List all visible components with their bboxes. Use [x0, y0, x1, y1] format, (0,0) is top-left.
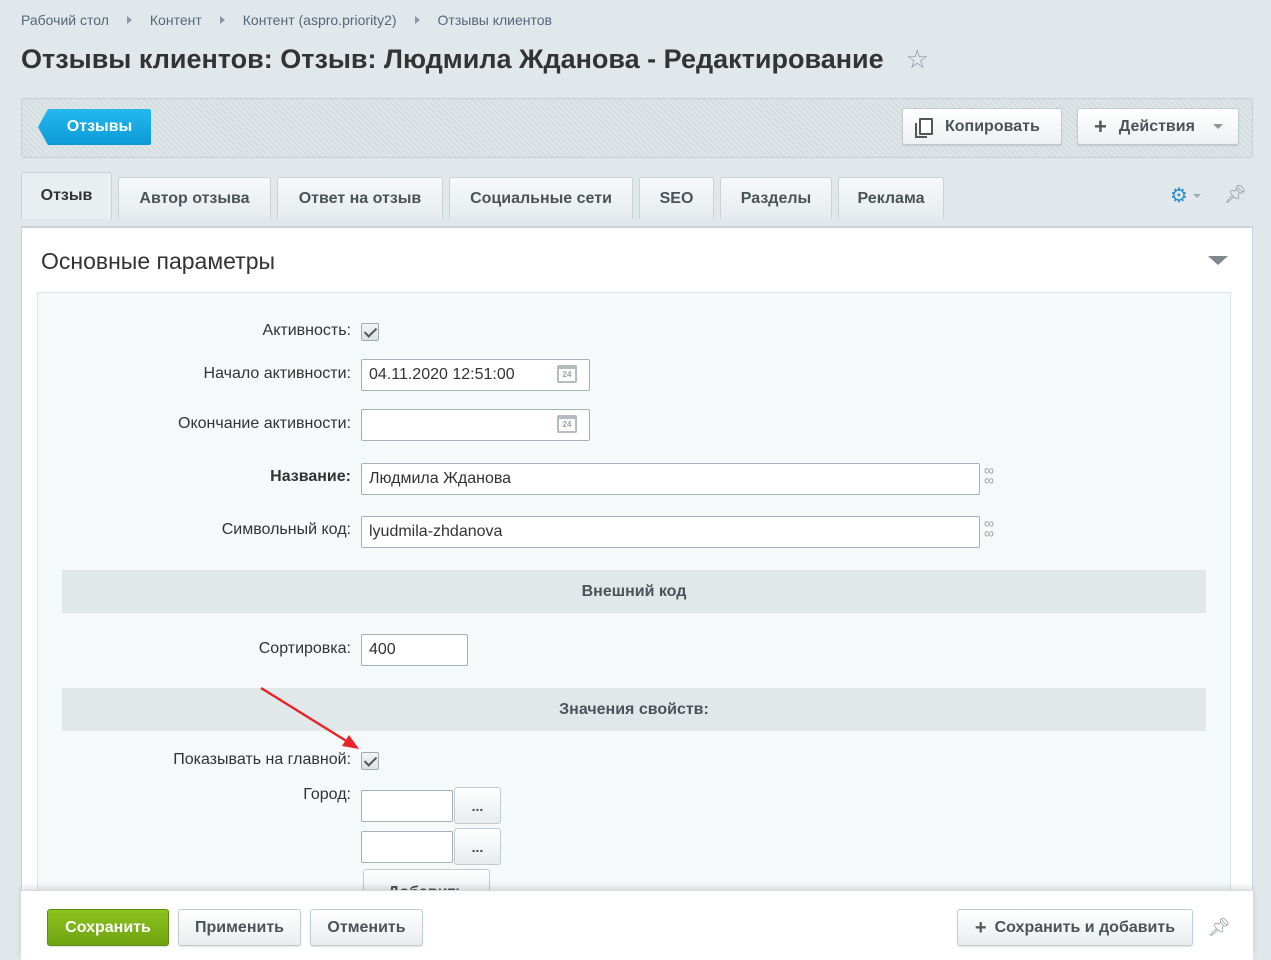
- calendar-icon[interactable]: 24: [557, 365, 577, 383]
- cancel-button[interactable]: Отменить: [310, 909, 423, 946]
- chevron-down-icon: [1192, 194, 1201, 198]
- show-on-main-label: Показывать на главной:: [173, 751, 351, 768]
- plus-icon: +: [974, 916, 987, 939]
- chevron-right-icon: [414, 16, 420, 24]
- page-title: Отзывы клиентов: Отзыв: Людмила Жданова …: [21, 44, 884, 74]
- copy-icon: [915, 118, 933, 138]
- tab-review-author[interactable]: Автор отзыва: [118, 177, 271, 219]
- apply-button[interactable]: Применить: [178, 909, 301, 946]
- city-label: Город:: [303, 786, 351, 803]
- external-code-header: Внешний код: [62, 570, 1206, 613]
- start-date-input[interactable]: 04.11.2020 12:51:00: [361, 359, 590, 391]
- actions-button[interactable]: + Действия: [1077, 108, 1239, 145]
- pin-icon[interactable]: 📌︎: [1208, 917, 1231, 938]
- tab-review-reply[interactable]: Ответ на отзыв: [277, 177, 443, 219]
- link-chain-icon[interactable]: ∞ ∞: [983, 463, 995, 487]
- toolbar: Отзывы Копировать + Действия: [21, 98, 1253, 158]
- city-input-1[interactable]: [361, 790, 453, 822]
- breadcrumb-item-content-priority[interactable]: Контент (aspro.priority2): [243, 12, 397, 28]
- sort-label: Сортировка:: [258, 640, 351, 657]
- active-label: Активность:: [262, 322, 351, 339]
- tab-advertising[interactable]: Реклама: [838, 177, 944, 219]
- collapse-toggle-icon[interactable]: [1208, 256, 1228, 265]
- code-input[interactable]: lyudmila-zhdanova: [361, 516, 980, 548]
- breadcrumb-item-reviews[interactable]: Отзывы клиентов: [438, 12, 552, 28]
- tab-social-networks[interactable]: Социальные сети: [449, 177, 633, 219]
- show-on-main-checkbox[interactable]: [361, 752, 379, 770]
- sort-input[interactable]: 400: [361, 634, 468, 666]
- end-date-input[interactable]: [361, 409, 590, 441]
- copy-button-label: Копировать: [945, 117, 1040, 135]
- properties-header: Значения свойств:: [62, 688, 1206, 731]
- star-icon[interactable]: ☆: [906, 44, 929, 75]
- tab-settings-button[interactable]: ⚙: [1170, 186, 1201, 206]
- city-input-2[interactable]: [361, 831, 453, 863]
- code-label: Символьный код:: [221, 521, 351, 538]
- tab-seo[interactable]: SEO: [639, 177, 714, 219]
- city-select-button-2[interactable]: ...: [454, 828, 501, 865]
- actions-button-label: Действия: [1118, 117, 1195, 135]
- chevron-down-icon: [1212, 124, 1223, 129]
- back-to-reviews-button[interactable]: Отзывы: [38, 109, 151, 145]
- breadcrumb-item-content[interactable]: Контент: [150, 12, 202, 28]
- active-checkbox[interactable]: [361, 323, 379, 341]
- footer-bar: Сохранить Применить Отменить + Сохранить…: [21, 890, 1253, 960]
- pin-icon[interactable]: 📌︎: [1224, 184, 1247, 205]
- tab-sections[interactable]: Разделы: [720, 177, 832, 219]
- breadcrumb: Рабочий стол Контент Контент (aspro.prio…: [21, 12, 552, 28]
- start-date-label: Начало активности:: [203, 365, 351, 382]
- main-panel: Основные параметры Активность: Начало ак…: [21, 226, 1253, 960]
- calendar-icon[interactable]: 24: [557, 415, 577, 433]
- chevron-right-icon: [126, 16, 132, 24]
- name-label: Название:: [270, 468, 351, 485]
- page-title-row: Отзывы клиентов: Отзыв: Людмила Жданова …: [21, 44, 929, 75]
- save-and-add-label: Сохранить и добавить: [994, 918, 1176, 936]
- save-and-add-button[interactable]: + Сохранить и добавить: [957, 909, 1193, 946]
- save-button[interactable]: Сохранить: [47, 909, 169, 946]
- end-date-label: Окончание активности:: [178, 415, 351, 432]
- chevron-right-icon: [219, 16, 225, 24]
- section-title: Основные параметры: [41, 248, 276, 274]
- tab-bar: Отзыв Автор отзыва Ответ на отзыв Социал…: [21, 172, 950, 219]
- plus-icon: +: [1094, 113, 1107, 139]
- tab-review[interactable]: Отзыв: [21, 172, 112, 219]
- link-chain-icon[interactable]: ∞ ∞: [983, 516, 995, 540]
- name-input[interactable]: Людмила Жданова: [361, 463, 980, 495]
- city-select-button-1[interactable]: ...: [454, 787, 501, 824]
- form-panel: Активность: Начало активности: 04.11.202…: [37, 292, 1231, 960]
- copy-button[interactable]: Копировать: [902, 108, 1062, 145]
- gear-icon: ⚙: [1170, 185, 1188, 207]
- breadcrumb-item-desktop[interactable]: Рабочий стол: [21, 12, 109, 28]
